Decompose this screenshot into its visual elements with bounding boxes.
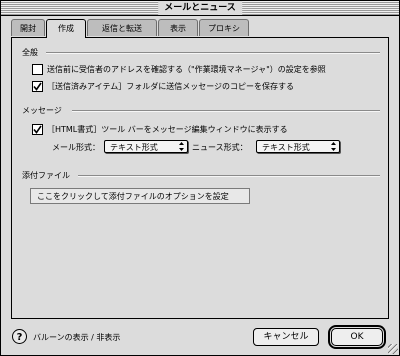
save-copy-option[interactable]: ［送信済みアイテム］フォルダに送信メッセージのコピーを保存する [32,81,294,92]
news-format-value: テキスト形式 [262,143,310,152]
balloon-toggle-label[interactable]: バルーンの表示 / 非表示 [33,332,120,343]
message-section-label: メッセージ [22,106,62,115]
window-title: メールとニュース [158,1,242,15]
checkmark-icon [33,125,42,134]
save-copy-label: ［送信済みアイテム］フォルダに送信メッセージのコピーを保存する [47,82,295,91]
mail-format-value: テキスト形式 [110,143,158,152]
popup-arrows-icon [179,142,184,151]
news-format-label: ニュース形式： [192,143,248,152]
html-toolbar-option[interactable]: ［HTML書式］ツール バーをメッセージ編集ウィンドウに表示する [32,124,288,135]
cancel-button[interactable]: キャンセル [253,328,319,346]
tab-reply-forward[interactable]: 返信と転送 [87,19,157,36]
attachments-section-label: 添付ファイル [22,171,70,180]
tab-proxy[interactable]: プロキシ [199,19,249,36]
ok-button[interactable]: OK [328,325,386,349]
checkmark-icon [33,82,42,91]
message-divider [72,110,380,112]
tab-open[interactable]: 開封 [11,19,45,36]
title-bar[interactable]: メールとニュース [1,1,399,16]
mail-format-label: メール形式： [52,143,100,152]
save-copy-checkbox[interactable] [32,81,43,92]
tab-display[interactable]: 表示 [158,19,198,36]
attachment-options-button[interactable]: ここをクリックして添付ファイルのオプションを設定 [30,188,250,204]
resize-grip[interactable] [388,344,398,354]
check-address-label: 送信前に受信者のアドレスを確認する（"作業環境マネージャ"）の設定を参照 [47,65,326,74]
html-toolbar-checkbox[interactable] [32,124,43,135]
general-section-label: 全般 [22,48,38,57]
attachments-divider [78,175,380,177]
tab-compose[interactable]: 作成 [46,19,86,38]
button-bar: ? バルーンの表示 / 非表示 キャンセル OK [1,321,399,355]
general-divider [46,52,380,54]
preferences-window: メールとニュース 開封 作成 返信と転送 表示 プロキシ 全般 送信前に受信者の… [0,0,400,356]
html-toolbar-label: ［HTML書式］ツール バーをメッセージ編集ウィンドウに表示する [47,125,288,134]
popup-arrows-icon [331,142,336,151]
compose-panel: 全般 送信前に受信者のアドレスを確認する（"作業環境マネージャ"）の設定を参照 … [11,37,389,319]
mail-format-popup[interactable]: テキスト形式 [104,140,188,153]
check-address-option[interactable]: 送信前に受信者のアドレスを確認する（"作業環境マネージャ"）の設定を参照 [32,64,326,75]
help-balloon-icon[interactable]: ? [12,329,27,344]
news-format-popup[interactable]: テキスト形式 [256,140,340,153]
check-address-checkbox[interactable] [32,64,43,75]
